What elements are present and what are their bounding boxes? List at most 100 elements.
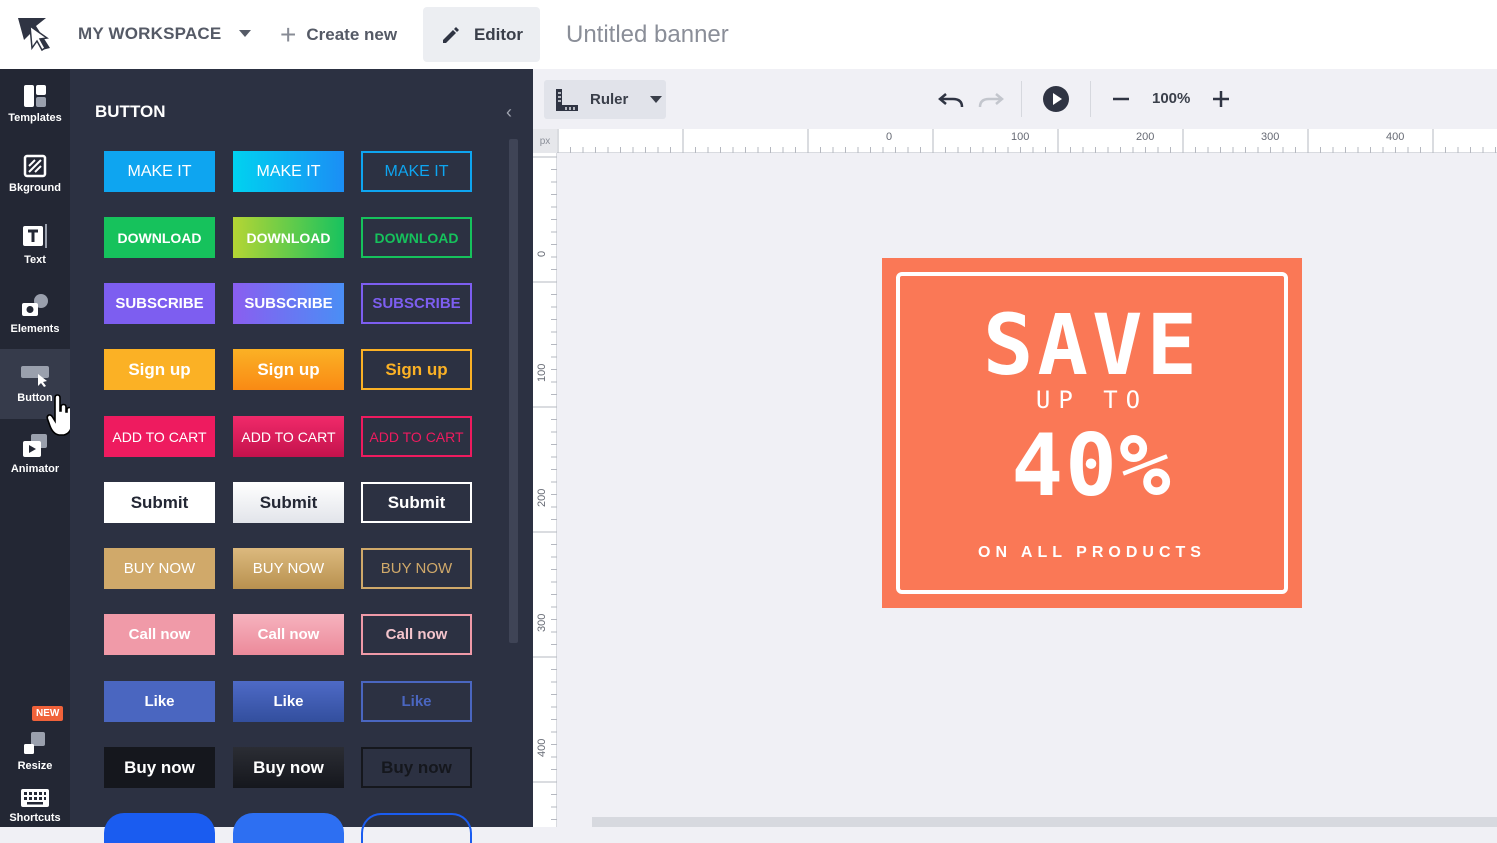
preset-buy-now-gold-solid[interactable]: BUY NOW <box>104 548 215 589</box>
preset-label: Like <box>144 693 175 710</box>
sidebar-item-label: Bkground <box>9 182 61 194</box>
zoom-out-icon[interactable] <box>1111 89 1131 109</box>
editor-button[interactable]: Editor <box>423 7 540 62</box>
sidebar-item-label: Text <box>24 254 46 266</box>
preset-pill-outline[interactable] <box>361 813 472 843</box>
banner-save-text[interactable]: SAVE <box>882 296 1302 394</box>
zoom-in-icon[interactable] <box>1211 89 1231 109</box>
preset-label: Sign up <box>128 359 191 379</box>
sidebar-item-label: Resize <box>17 760 53 772</box>
preset-like-gradient[interactable]: Like <box>233 681 344 722</box>
horizontal-ruler: 0 100 200 300 400 <box>557 129 1497 153</box>
preset-add-to-cart-solid[interactable]: ADD TO CART <box>104 416 215 457</box>
banner-title[interactable]: Untitled banner <box>566 21 729 49</box>
preset-make-it-gradient[interactable]: MAKE IT <box>233 151 344 192</box>
sidebar-item-elements[interactable]: Elements <box>0 279 70 349</box>
sidebar-item-label: Animator <box>10 463 60 475</box>
ruler-unit: px <box>533 129 557 153</box>
preset-label: BUY NOW <box>380 560 453 577</box>
ruler-label-h200: 200 <box>1136 131 1155 143</box>
preset-submit-outline[interactable]: Submit <box>361 482 472 523</box>
ruler-icon <box>556 88 578 111</box>
preset-call-now-outline[interactable]: Call now <box>361 614 472 655</box>
preset-subscribe-solid[interactable]: SUBSCRIBE <box>104 283 215 324</box>
preset-submit-gradient[interactable]: Submit <box>233 482 344 523</box>
preset-label: Buy now <box>253 757 324 777</box>
preset-make-it-outline[interactable]: MAKE IT <box>361 151 472 192</box>
preset-download-outline[interactable]: DOWNLOAD <box>361 217 472 258</box>
canvas-horizontal-scrollbar[interactable] <box>592 817 1497 827</box>
undo-icon[interactable] <box>937 87 965 111</box>
preset-label: DOWNLOAD <box>374 229 459 246</box>
preset-sign-up-outline[interactable]: Sign up <box>361 349 472 390</box>
preset-add-to-cart-gradient[interactable]: ADD TO CART <box>233 416 344 457</box>
preset-pill-solid[interactable] <box>104 813 215 843</box>
tool-sidebar: Templates Bkground Text Elements Button <box>0 69 70 827</box>
preset-label: MAKE IT <box>127 162 192 180</box>
preset-label: DOWNLOAD <box>117 229 202 246</box>
preset-subscribe-outline[interactable]: SUBSCRIBE <box>361 283 472 324</box>
preset-like-solid[interactable]: Like <box>104 681 215 722</box>
preset-call-now-solid[interactable]: Call now <box>104 614 215 655</box>
preset-label: Call now <box>128 626 191 643</box>
top-bar: MY WORKSPACE + Create new Editor Untitle… <box>0 0 1497 69</box>
preset-label: SUBSCRIBE <box>115 295 204 312</box>
ruler-label-h0: 0 <box>886 131 893 143</box>
banner-upto-text[interactable]: UP TO <box>882 386 1302 414</box>
preset-label: Submit <box>387 492 446 512</box>
sidebar-item-text[interactable]: Text <box>0 209 70 279</box>
toolbar-divider <box>1090 81 1091 117</box>
preset-call-now-gradient[interactable]: Call now <box>233 614 344 655</box>
preset-buy-now-gold-outline[interactable]: BUY NOW <box>361 548 472 589</box>
chevron-left-icon[interactable]: ‹ <box>506 102 512 123</box>
panel-scrollbar[interactable] <box>509 139 518 643</box>
ruler-dropdown[interactable]: Ruler <box>544 80 666 119</box>
preset-label: SUBSCRIBE <box>372 295 461 312</box>
preset-sign-up-gradient[interactable]: Sign up <box>233 349 344 390</box>
preset-buy-now-dark-solid[interactable]: Buy now <box>104 747 215 788</box>
preset-submit-solid[interactable]: Submit <box>104 482 215 523</box>
sidebar-item-shortcuts[interactable]: Shortcuts <box>0 786 70 831</box>
create-new-button[interactable]: + Create new <box>280 20 397 50</box>
preset-like-outline[interactable]: Like <box>361 681 472 722</box>
sidebar-item-resize[interactable]: Resize <box>0 716 70 786</box>
preset-subscribe-gradient[interactable]: SUBSCRIBE <box>233 283 344 324</box>
preset-download-solid[interactable]: DOWNLOAD <box>104 217 215 258</box>
sidebar-item-label: Templates <box>8 112 62 124</box>
sidebar-item-background[interactable]: Bkground <box>0 139 70 209</box>
chevron-down-icon[interactable] <box>239 30 251 37</box>
preset-label: MAKE IT <box>256 162 321 180</box>
preset-label: ADD TO CART <box>112 428 207 445</box>
resize-icon <box>24 732 45 754</box>
preset-buy-now-dark-gradient[interactable]: Buy now <box>233 747 344 788</box>
preset-label: Like <box>273 693 304 710</box>
preset-add-to-cart-outline[interactable]: ADD TO CART <box>361 416 472 457</box>
chevron-down-icon <box>650 96 663 103</box>
workspace-label[interactable]: MY WORKSPACE <box>78 24 221 44</box>
preset-label: Buy now <box>124 757 195 777</box>
preset-label: Buy now <box>381 757 452 777</box>
preset-buy-now-dark-outline[interactable]: Buy now <box>361 747 472 788</box>
templates-icon <box>24 85 46 107</box>
zoom-level[interactable]: 100% <box>1152 90 1190 107</box>
sidebar-item-label: Shortcuts <box>9 812 61 824</box>
play-icon[interactable] <box>1042 85 1070 113</box>
preset-label: Call now <box>257 626 320 643</box>
banner-canvas[interactable]: SAVE UP TO 40% ON ALL PRODUCTS <box>882 258 1302 608</box>
preset-buy-now-gold-gradient[interactable]: BUY NOW <box>233 548 344 589</box>
preset-label: ADD TO CART <box>241 428 336 445</box>
app-logo-icon[interactable] <box>16 14 52 52</box>
redo-icon[interactable] <box>977 87 1005 111</box>
preset-download-gradient[interactable]: DOWNLOAD <box>233 217 344 258</box>
preset-make-it-solid[interactable]: MAKE IT <box>104 151 215 192</box>
ruler-label-h400: 400 <box>1386 131 1405 143</box>
ruler-label-v100: 100 <box>536 363 548 382</box>
preset-pill-gradient[interactable] <box>233 813 344 843</box>
sidebar-item-templates[interactable]: Templates <box>0 69 70 139</box>
ruler-label-h300: 300 <box>1261 131 1280 143</box>
banner-products-text[interactable]: ON ALL PRODUCTS <box>882 544 1302 562</box>
preset-sign-up-solid[interactable]: Sign up <box>104 349 215 390</box>
banner-percent-text[interactable]: 40% <box>882 416 1302 516</box>
ruler-label-h100: 100 <box>1011 131 1030 143</box>
preset-label: Submit <box>259 492 318 512</box>
